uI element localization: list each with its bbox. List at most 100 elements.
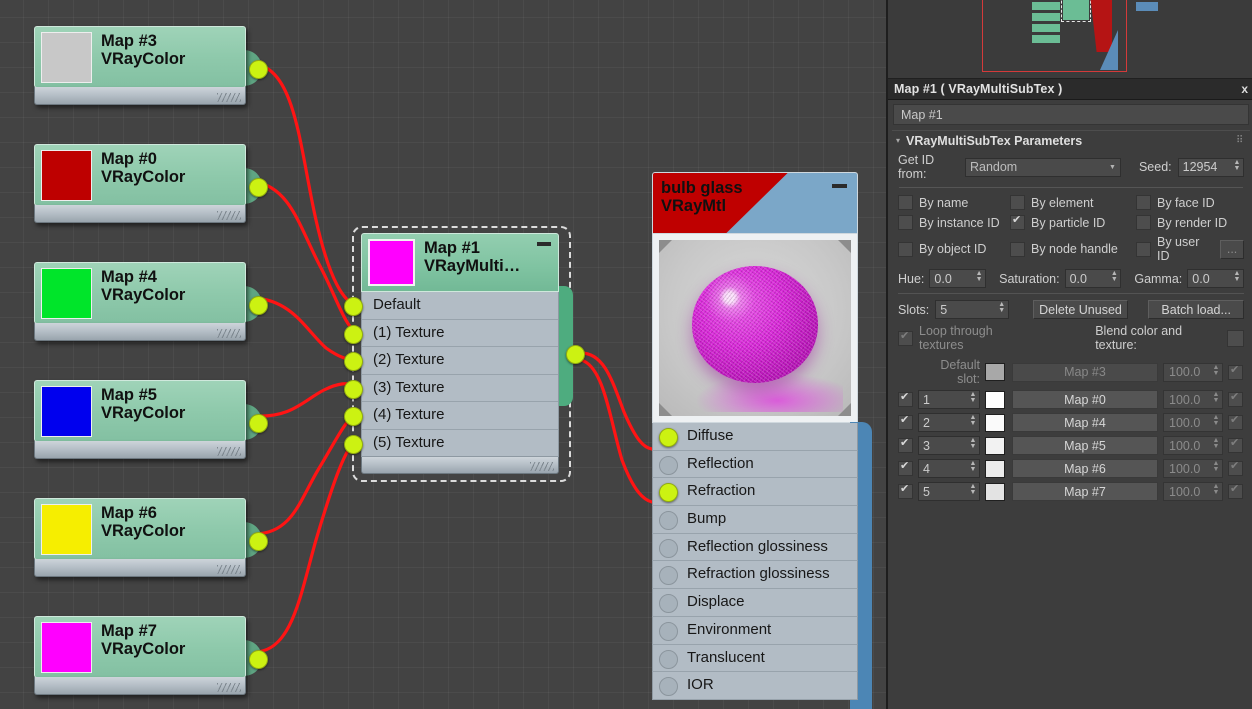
slot-row-2[interactable]: 2 ▲▼ Map #4 100.0 ▲▼ xyxy=(898,413,1244,432)
node-graph-canvas[interactable]: Map #3 VRayColor Map #0 VRayColor Map #4… xyxy=(0,0,886,709)
input-row-4[interactable]: (4) Texture xyxy=(344,402,558,430)
spinner-icon[interactable]: ▲ ▼ xyxy=(1110,270,1118,284)
input-socket[interactable] xyxy=(659,649,678,669)
input-row-ior[interactable]: IOR xyxy=(652,672,858,700)
spinner-icon[interactable]: ▲ ▼ xyxy=(1212,437,1220,451)
slot-color-swatch[interactable] xyxy=(985,436,1005,455)
chevron-down-icon[interactable]: ▾ xyxy=(896,136,900,145)
input-row-refraction-glossiness[interactable]: Refraction glossiness xyxy=(652,561,858,590)
input-socket[interactable] xyxy=(659,483,678,503)
blend-color-texture-checkbox[interactable] xyxy=(1227,329,1244,347)
output-socket[interactable] xyxy=(249,414,268,433)
node-header[interactable]: Map #1 VRayMulti… xyxy=(361,233,559,292)
checkbox-box[interactable] xyxy=(898,215,913,230)
node-header[interactable]: Map #3 VRayColor xyxy=(34,26,246,88)
resize-grip-icon[interactable] xyxy=(217,211,241,220)
input-row-diffuse[interactable]: Diffuse xyxy=(652,423,858,451)
map-name-input[interactable]: Map #1 xyxy=(893,104,1249,125)
material-preview-render[interactable] xyxy=(659,240,851,416)
slot-id-input[interactable]: 1 ▲ ▼ xyxy=(918,390,980,409)
checkbox-box[interactable] xyxy=(1136,241,1151,257)
input-socket[interactable] xyxy=(344,407,363,426)
slot-row-3[interactable]: 3 ▲▼ Map #5 100.0 ▲▼ xyxy=(898,436,1244,455)
input-row-3[interactable]: (3) Texture xyxy=(344,375,558,402)
slot-amount-checkbox[interactable] xyxy=(1228,413,1243,430)
slot-color-swatch[interactable] xyxy=(985,363,1005,381)
spinner-icon[interactable]: ▲ ▼ xyxy=(1233,270,1241,284)
slot-map-button[interactable]: Map #3 xyxy=(1012,362,1158,382)
resize-grip-icon[interactable] xyxy=(217,565,241,574)
input-socket[interactable] xyxy=(659,428,678,447)
input-socket[interactable] xyxy=(659,677,678,697)
color-swatch[interactable] xyxy=(41,622,92,673)
color-swatch[interactable] xyxy=(41,504,92,555)
color-swatch[interactable] xyxy=(368,239,415,286)
input-row-reflection[interactable]: Reflection xyxy=(652,450,858,479)
input-row-reflection-glossiness[interactable]: Reflection glossiness xyxy=(652,533,858,562)
spinner-icon[interactable]: ▲ ▼ xyxy=(969,460,977,474)
user-id-browse-button[interactable]: ... xyxy=(1220,239,1244,259)
spinner-icon[interactable]: ▲ ▼ xyxy=(1212,414,1220,428)
slot-map-button[interactable]: Map #4 xyxy=(1012,413,1158,432)
delete-unused-button[interactable]: Delete Unused xyxy=(1032,300,1129,319)
graph-navigator[interactable] xyxy=(888,0,1252,79)
seed-input[interactable]: 12954 ▲ ▼ xyxy=(1177,157,1244,177)
batch-load-button[interactable]: Batch load... xyxy=(1148,300,1244,319)
checkbox-by-element[interactable]: By element xyxy=(1010,195,1136,210)
slot-enable-checkbox[interactable] xyxy=(898,459,913,476)
resize-grip-icon[interactable] xyxy=(530,462,554,471)
spinner-icon[interactable]: ▲ ▼ xyxy=(969,391,977,405)
slot-amount-input[interactable]: 100.0 ▲ ▼ xyxy=(1163,413,1223,432)
input-socket[interactable] xyxy=(659,455,678,475)
output-socket[interactable] xyxy=(249,650,268,669)
slot-amount-input[interactable]: 100.0 ▲ ▼ xyxy=(1163,390,1223,409)
slot-color-swatch[interactable] xyxy=(985,459,1005,478)
slot-row-4[interactable]: 4 ▲▼ Map #6 100.0 ▲▼ xyxy=(898,459,1244,478)
input-socket[interactable] xyxy=(659,566,678,586)
checkbox-by-face-id[interactable]: By face ID xyxy=(1136,195,1244,210)
node-map-5[interactable]: Map #5 VRayColor xyxy=(34,380,268,459)
checkbox-box[interactable] xyxy=(898,195,913,210)
slot-enable-checkbox[interactable] xyxy=(898,390,913,407)
input-socket[interactable] xyxy=(344,379,363,399)
spinner-icon[interactable]: ▲ ▼ xyxy=(1212,364,1220,378)
node-map-7[interactable]: Map #7 VRayColor xyxy=(34,616,268,695)
spinner-icon[interactable]: ▲ ▼ xyxy=(1212,391,1220,405)
input-socket[interactable] xyxy=(344,352,363,371)
color-swatch[interactable] xyxy=(41,386,92,437)
color-swatch[interactable] xyxy=(41,32,92,83)
close-icon[interactable]: x xyxy=(1241,82,1248,96)
checkbox-by-instance-id[interactable]: By instance ID xyxy=(898,215,1010,230)
slot-amount-checkbox[interactable] xyxy=(1228,459,1243,476)
node-map-4[interactable]: Map #4 VRayColor xyxy=(34,262,268,341)
minimize-icon[interactable] xyxy=(832,184,847,188)
input-row-bump[interactable]: Bump xyxy=(652,506,858,534)
color-swatch[interactable] xyxy=(41,150,92,201)
input-socket[interactable] xyxy=(344,297,363,316)
slot-amount-input[interactable]: 100.0 ▲ ▼ xyxy=(1163,362,1223,382)
checkbox-by-object-id[interactable]: By object ID xyxy=(898,235,1010,263)
node-header[interactable]: Map #5 VRayColor xyxy=(34,380,246,442)
slot-amount-checkbox[interactable] xyxy=(1228,436,1243,453)
input-row-5[interactable]: (5) Texture xyxy=(344,430,558,457)
output-socket[interactable] xyxy=(249,296,268,315)
input-row-1[interactable]: (1) Texture xyxy=(344,320,558,347)
input-socket[interactable] xyxy=(659,594,678,614)
checkbox-by-name[interactable]: By name xyxy=(898,195,1010,210)
spinner-icon[interactable]: ▲ ▼ xyxy=(975,270,983,284)
input-socket[interactable] xyxy=(344,434,363,454)
loop-through-textures-checkbox[interactable] xyxy=(898,329,913,346)
input-row-translucent[interactable]: Translucent xyxy=(652,644,858,673)
checkbox-box[interactable] xyxy=(1136,215,1151,230)
slot-id-input[interactable]: 5 ▲ ▼ xyxy=(918,482,980,501)
input-row-displace[interactable]: Displace xyxy=(652,589,858,617)
checkbox-by-render-id[interactable]: By render ID xyxy=(1136,215,1244,230)
resize-grip-icon[interactable] xyxy=(217,93,241,102)
slots-count-input[interactable]: 5 ▲ ▼ xyxy=(935,300,1009,319)
output-socket[interactable] xyxy=(566,345,585,364)
output-socket[interactable] xyxy=(249,532,268,551)
node-map-0[interactable]: Map #0 VRayColor xyxy=(34,144,268,223)
input-socket[interactable] xyxy=(659,538,678,558)
checkbox-by-user-id[interactable]: By user ID ... xyxy=(1136,235,1244,263)
checkbox-box[interactable] xyxy=(898,241,913,257)
